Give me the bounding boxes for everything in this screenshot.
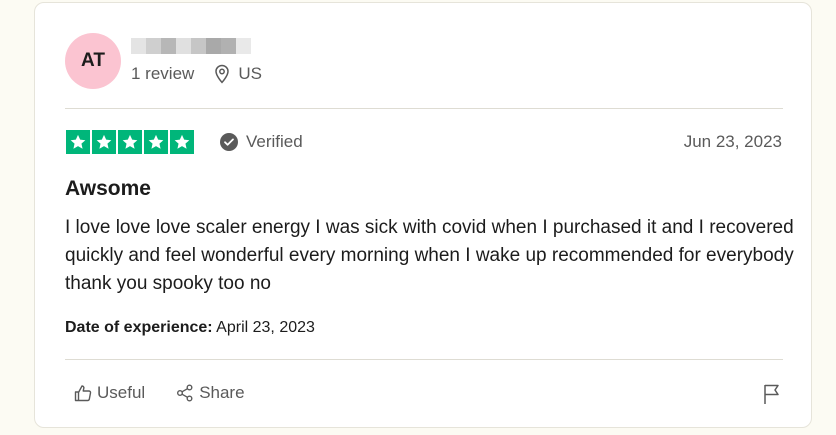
star-rating <box>66 130 194 154</box>
avatar[interactable]: AT <box>65 33 121 89</box>
thumbs-up-icon <box>74 385 92 402</box>
share-icon <box>177 384 193 402</box>
reviewer-name-redacted[interactable] <box>131 38 251 54</box>
share-button[interactable]: Share <box>175 383 245 403</box>
experience-label: Date of experience: <box>65 319 213 336</box>
reviewer-meta: 1 review US <box>131 64 262 84</box>
flag-icon <box>764 384 779 404</box>
star-icon <box>144 130 168 154</box>
verified-badge[interactable]: Verified <box>220 132 303 152</box>
star-icon <box>92 130 116 154</box>
divider-bottom <box>65 359 783 360</box>
star-icon <box>170 130 194 154</box>
star-icon <box>118 130 142 154</box>
reviewer-location: US <box>214 64 262 84</box>
review-count: 1 review <box>131 64 195 83</box>
experience-date: April 23, 2023 <box>216 319 315 336</box>
divider-top <box>65 108 783 109</box>
avatar-initials: AT <box>81 50 105 71</box>
review-title[interactable]: Awsome <box>65 177 151 201</box>
share-label: Share <box>199 383 245 402</box>
verified-label: Verified <box>246 132 303 151</box>
review-text: I love love love scaler energy I was sic… <box>65 217 794 294</box>
location-pin-icon <box>215 64 230 84</box>
location-text: US <box>238 64 262 83</box>
report-button[interactable] <box>762 383 782 410</box>
star-icon <box>66 130 90 154</box>
review-card: AT 1 review US Verified Jun 23, 2023 Aws… <box>34 2 812 428</box>
review-actions: Useful Share <box>73 383 275 403</box>
useful-button[interactable]: Useful <box>73 383 145 403</box>
check-circle-icon <box>220 133 238 151</box>
date-of-experience: Date of experience: April 23, 2023 <box>65 319 315 337</box>
review-date: Jun 23, 2023 <box>683 132 782 151</box>
useful-label: Useful <box>97 383 146 402</box>
